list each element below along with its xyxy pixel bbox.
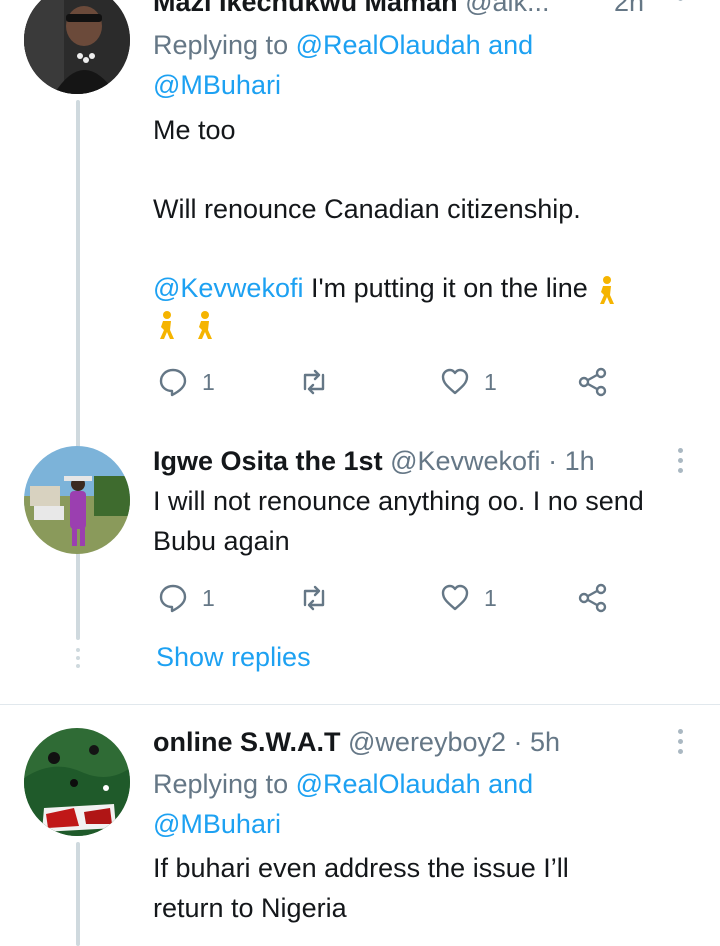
author-name[interactable]: Igwe Osita the 1st <box>153 446 383 476</box>
reply-count: 1 <box>202 368 215 395</box>
thread-line <box>76 100 80 640</box>
tweet-text-line: I will not renounce anything oo. I no se… <box>153 486 644 516</box>
person-walking-emoji-icon <box>155 310 179 340</box>
replying-to-users[interactable]: @RealOlaudah and <box>296 30 534 60</box>
heart-icon <box>441 584 469 611</box>
tweet-text-line: If buhari even address the issue I’ll <box>153 853 569 883</box>
share-icon <box>578 583 607 613</box>
replying-to-users[interactable]: @RealOlaudah and <box>296 769 534 799</box>
retweet-button[interactable] <box>297 583 331 613</box>
avatar[interactable] <box>24 0 130 94</box>
timestamp[interactable]: 1h <box>565 446 595 476</box>
reply-button[interactable]: 1 <box>158 367 215 397</box>
tweet-text-line: Will renounce Canadian citizenship. <box>153 194 581 224</box>
replying-to-label: Replying to <box>153 769 289 799</box>
more-options-icon[interactable] <box>678 0 684 6</box>
reply-icon <box>159 584 187 613</box>
share-button[interactable] <box>578 583 608 613</box>
retweet-button[interactable] <box>297 367 331 397</box>
tweet-text-line: return to Nigeria <box>153 893 347 923</box>
separator: · <box>540 446 565 476</box>
like-button[interactable]: 1 <box>440 367 497 397</box>
avatar[interactable] <box>24 728 130 836</box>
tweet-text-line: Me too <box>153 115 236 145</box>
person-walking-emoji-icon <box>595 275 619 305</box>
more-options-icon[interactable] <box>678 729 684 759</box>
avatar[interactable] <box>24 446 130 554</box>
replying-to-label: Replying to <box>153 30 289 60</box>
heart-icon <box>441 368 469 395</box>
timestamp[interactable]: 2h <box>614 0 644 22</box>
thread-line <box>76 560 80 638</box>
reply-icon <box>159 368 187 397</box>
author-name[interactable]: Mazi Ikechukwu Mamah <box>153 0 458 17</box>
thread-continuation-dots <box>76 648 80 668</box>
replying-to-user[interactable]: @MBuhari <box>153 804 281 844</box>
timestamp[interactable]: 5h <box>530 727 560 757</box>
replying-to-user[interactable]: @MBuhari <box>153 65 281 105</box>
author-handle[interactable]: @aik... <box>465 0 549 17</box>
tweet-divider <box>0 704 720 705</box>
show-replies-link[interactable]: Show replies <box>156 642 311 673</box>
mention-link[interactable]: @Kevwekofi <box>153 273 303 303</box>
author-handle[interactable]: @wereyboy2 <box>348 727 506 757</box>
more-options-icon[interactable] <box>678 448 684 478</box>
reply-button[interactable]: 1 <box>158 583 215 613</box>
like-button[interactable]: 1 <box>440 583 497 613</box>
tweet-text-line: Bubu again <box>153 526 290 556</box>
retweet-icon <box>303 369 325 395</box>
person-walking-emoji-icon <box>193 310 217 340</box>
like-count: 1 <box>484 584 497 611</box>
author-name[interactable]: online S.W.A.T <box>153 727 341 757</box>
share-icon <box>578 367 607 397</box>
reply-count: 1 <box>202 584 215 611</box>
like-count: 1 <box>484 368 497 395</box>
share-button[interactable] <box>578 367 608 397</box>
thread-line <box>76 842 80 946</box>
author-handle[interactable]: @Kevwekofi <box>390 446 540 476</box>
retweet-icon <box>303 585 325 611</box>
separator: · <box>506 727 530 757</box>
tweet-text-line: I'm putting it on the line <box>303 273 588 303</box>
